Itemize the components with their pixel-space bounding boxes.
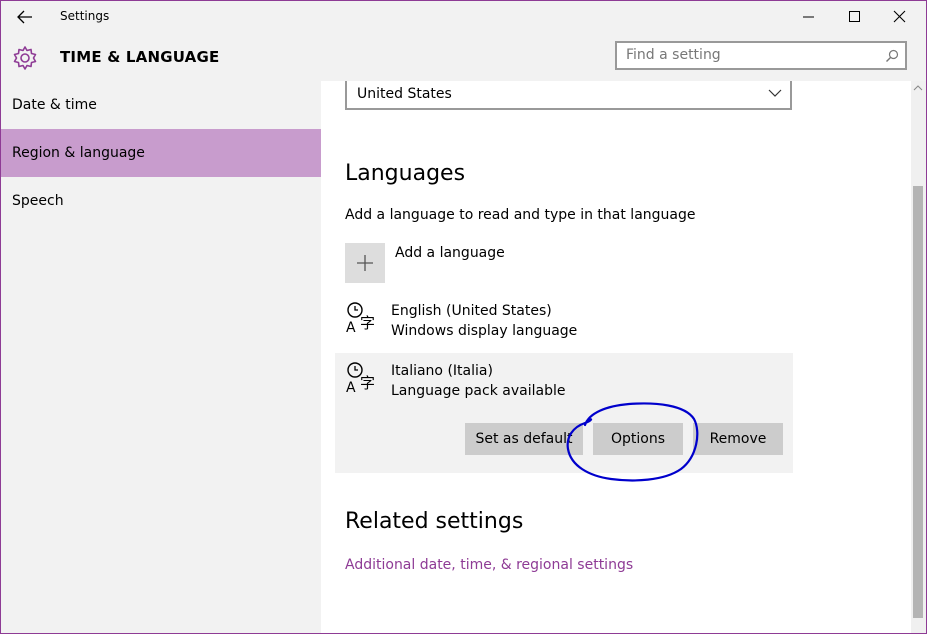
svg-text:字: 字 [360,314,375,332]
set-as-default-button[interactable]: Set as default [465,423,583,455]
minimize-button[interactable] [785,1,831,33]
gear-icon [13,46,37,70]
sidebar-item-label: Date & time [12,97,97,113]
maximize-icon [849,11,860,22]
scroll-up-icon[interactable] [913,84,923,92]
related-settings-heading: Related settings [345,509,524,534]
minimize-icon [803,16,814,18]
sidebar-item-label: Speech [12,193,64,209]
back-arrow-icon[interactable] [15,7,35,27]
title-bar: Settings [1,1,926,33]
maximize-button[interactable] [831,1,877,33]
search-input[interactable] [626,47,876,63]
sidebar-item-label: Region & language [12,145,145,161]
svg-text:A: A [346,320,356,336]
country-dropdown-value: United States [357,86,452,102]
remove-button[interactable]: Remove [693,423,783,455]
add-language-button[interactable] [345,243,385,283]
search-box[interactable] [615,41,907,70]
sidebar-item-region-language[interactable]: Region & language [1,129,321,177]
svg-text:字: 字 [360,374,375,392]
scrollbar-thumb[interactable] [913,186,923,618]
chevron-down-icon [768,89,782,97]
language-status: Language pack available [391,383,566,399]
language-item-english[interactable]: A 字 English (United States) Windows disp… [335,293,793,353]
country-dropdown[interactable]: United States [345,81,792,110]
sidebar-item-speech[interactable]: Speech [1,177,321,225]
languages-heading: Languages [345,161,466,186]
sidebar: Date & time Region & language Speech [1,81,321,633]
svg-text:A: A [346,380,356,396]
close-icon [893,10,906,23]
language-item-italiano[interactable]: A 字 Italiano (Italia) Language pack avai… [335,353,793,473]
language-name: English (United States) [391,303,552,319]
close-button[interactable] [877,1,923,33]
settings-window: Settings TIME & LANGUAGE Date & time [0,0,927,634]
search-icon[interactable] [885,49,899,63]
additional-settings-link[interactable]: Additional date, time, & regional settin… [345,557,633,573]
app-title: Settings [60,9,110,23]
sidebar-item-date-time[interactable]: Date & time [1,81,321,129]
plus-icon [357,255,373,271]
section-title: TIME & LANGUAGE [60,48,220,66]
main-content: United States Languages Add a language t… [321,81,911,633]
language-status: Windows display language [391,323,578,339]
language-icon: A 字 [346,302,375,336]
language-icon: A 字 [346,362,375,396]
page-header: TIME & LANGUAGE [1,33,926,81]
add-language-label[interactable]: Add a language [395,245,505,261]
language-name: Italiano (Italia) [391,363,493,379]
languages-description: Add a language to read and type in that … [345,207,696,223]
options-button[interactable]: Options [593,423,683,455]
